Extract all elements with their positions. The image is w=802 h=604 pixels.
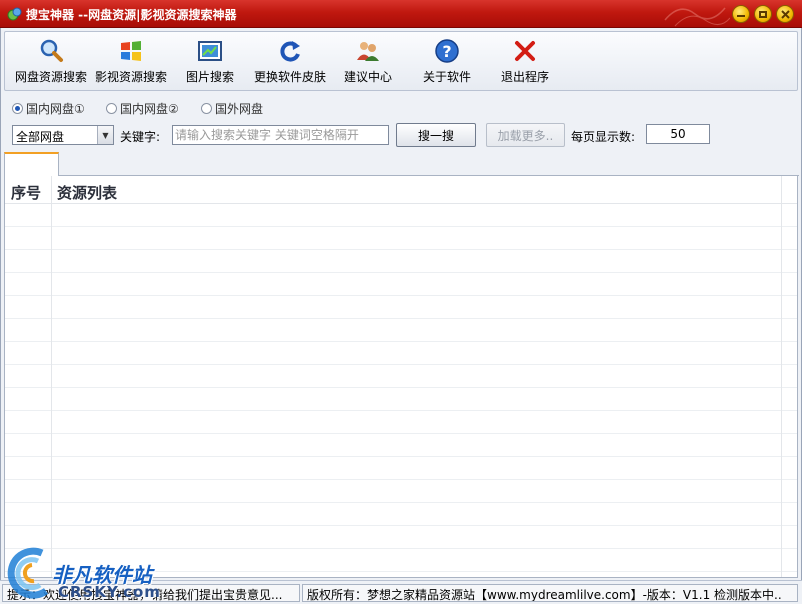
about-button[interactable]: ? 关于软件 — [419, 36, 475, 88]
image-search-button[interactable]: 图片搜索 — [181, 36, 239, 88]
maximize-button[interactable] — [754, 5, 772, 23]
keyword-input[interactable] — [172, 125, 389, 145]
magnifier-icon — [40, 39, 63, 62]
per-page-label: 每页显示数: — [571, 130, 636, 144]
refresh-icon — [280, 41, 300, 62]
crsky-logo-icon — [7, 547, 49, 599]
load-more-button[interactable]: 加载更多.. — [486, 123, 565, 147]
windows-logo-icon — [121, 41, 141, 61]
radio-domestic-1[interactable]: 国内网盘① — [12, 100, 85, 117]
app-icon — [7, 7, 22, 21]
per-page-input[interactable]: 50 — [646, 124, 710, 144]
list-header: 序号 资源列表 — [5, 176, 797, 204]
radio-domestic-2[interactable]: 国内网盘② — [106, 100, 179, 117]
column-resources[interactable]: 资源列表 — [57, 182, 117, 203]
radio-foreign[interactable]: 国外网盘 — [201, 100, 263, 117]
exit-button[interactable]: 退出程序 — [497, 36, 553, 88]
maximize-icon — [759, 10, 767, 18]
radio-dot — [106, 103, 117, 114]
minimize-button[interactable] — [732, 5, 750, 23]
close-button[interactable] — [776, 5, 794, 23]
users-icon — [357, 42, 379, 61]
column-divider — [781, 176, 782, 577]
svg-text:?: ? — [442, 42, 451, 61]
disk-type-select[interactable]: 全部网盘 ▼ — [12, 125, 114, 145]
minimize-icon — [737, 15, 745, 17]
list-rows — [5, 204, 797, 577]
result-list[interactable]: 序号 资源列表 — [4, 176, 798, 578]
radio-dot — [201, 103, 212, 114]
column-divider — [51, 176, 52, 577]
chevron-down-icon: ▼ — [97, 126, 113, 144]
video-search-button[interactable]: 影视资源搜索 — [93, 36, 169, 88]
picture-icon — [198, 41, 222, 61]
change-skin-button[interactable]: 更换软件皮肤 — [251, 36, 329, 88]
exit-x-icon — [515, 41, 535, 61]
keyword-label: 关键字: — [120, 130, 161, 144]
radio-dot — [12, 103, 23, 114]
watermark-site: CRSKY.com — [58, 583, 161, 601]
disk-search-button[interactable]: 网盘资源搜索 — [13, 36, 89, 88]
window-title: 搜宝神器 --网盘资源|影视资源搜索神器 — [26, 8, 237, 22]
status-copyright: 版权所有：梦想之家精品资源站【www.mydreamlilve.com】-版本：… — [302, 584, 798, 602]
search-button[interactable]: 搜一搜 — [396, 123, 476, 147]
toolbar: 网盘资源搜索 影视资源搜索 图片搜索 更换软件皮肤 建议中心 ? 关于软件 退出… — [4, 31, 798, 91]
column-index[interactable]: 序号 — [11, 182, 41, 203]
decorative-swirl-icon — [664, 7, 730, 27]
result-tab[interactable] — [4, 152, 59, 176]
watermark: 非凡软件站 CRSKY.com — [2, 545, 164, 603]
close-icon — [780, 9, 790, 19]
title-bar: 搜宝神器 --网盘资源|影视资源搜索神器 — [0, 0, 802, 28]
help-icon: ? — [435, 39, 459, 63]
suggestion-center-button[interactable]: 建议中心 — [341, 36, 395, 88]
